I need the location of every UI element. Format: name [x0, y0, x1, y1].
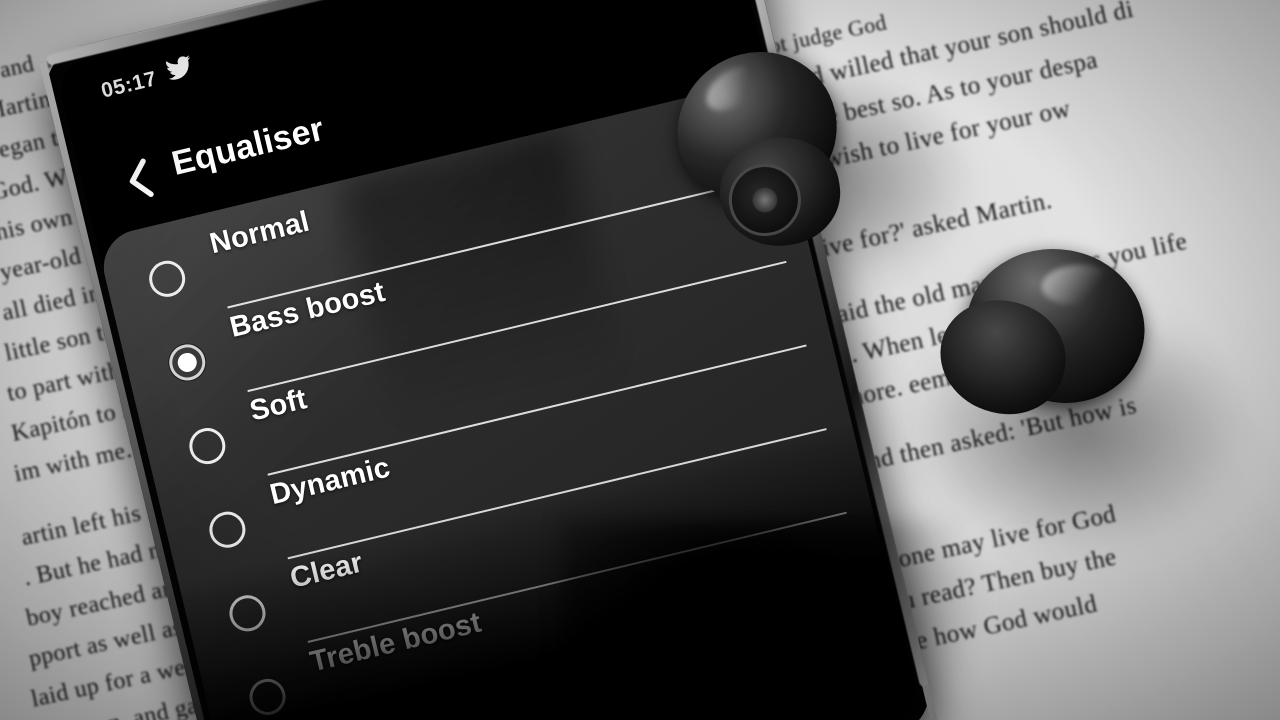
earbud-top	[661, 33, 921, 293]
photo-scene: and never Martin had always been a good …	[0, 0, 1280, 720]
status-clock: 05:17	[98, 67, 159, 103]
radio-soft[interactable]	[185, 424, 230, 468]
radio-dynamic[interactable]	[205, 507, 250, 552]
list-item-label: Soft	[246, 383, 310, 428]
twitter-bird-icon	[164, 54, 194, 81]
radio-bass-boost[interactable]	[165, 340, 209, 385]
list-item-label: Normal	[206, 205, 313, 261]
radio-normal[interactable]	[145, 257, 189, 301]
page-title: Equaliser	[168, 109, 328, 183]
back-chevron-icon	[129, 158, 154, 197]
back-button[interactable]	[113, 153, 166, 206]
